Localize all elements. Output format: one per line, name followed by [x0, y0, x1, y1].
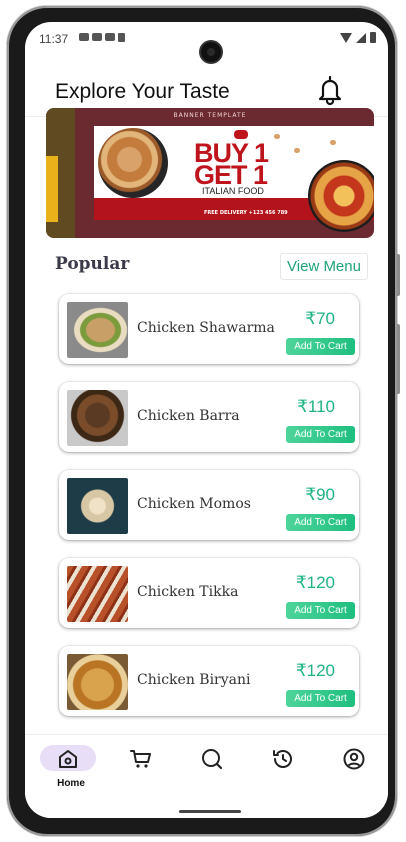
front-camera	[201, 42, 221, 62]
item-price: ₹120	[295, 573, 335, 592]
banner-card: BUY 1 GET 1 ITALIAN FOOD FREE DELIVERY +…	[94, 126, 374, 232]
item-name: Chicken Tikka	[137, 584, 239, 600]
mushroom-decoration	[294, 148, 300, 153]
item-price: ₹120	[295, 661, 335, 680]
youtube-notification-icon	[92, 33, 102, 41]
nav-home[interactable]: Home	[40, 745, 96, 791]
popular-list: Chicken Shawarma ₹70 Add To Cart Chicken…	[59, 294, 361, 734]
nav-history[interactable]	[258, 745, 308, 791]
add-to-cart-button[interactable]: Add To Cart	[286, 602, 355, 619]
view-menu-button[interactable]: View Menu	[280, 253, 368, 280]
status-time: 11:37	[39, 32, 69, 46]
mushroom-decoration	[330, 140, 336, 145]
wifi-icon	[340, 32, 352, 43]
notification-icons	[79, 33, 125, 42]
pizza-image	[308, 160, 374, 232]
history-icon	[273, 750, 292, 768]
volume-button	[397, 254, 400, 296]
profile-icon	[343, 748, 365, 770]
signal-icon	[356, 32, 366, 43]
battery-icon	[370, 32, 376, 43]
food-thumbnail	[67, 302, 128, 358]
home-icon	[59, 750, 77, 768]
item-price: ₹70	[305, 309, 335, 328]
add-to-cart-button[interactable]: Add To Cart	[286, 426, 355, 443]
item-name: Chicken Momos	[137, 496, 251, 512]
bell-icon[interactable]	[315, 74, 345, 106]
food-thumbnail	[67, 478, 128, 534]
food-thumbnail	[67, 390, 128, 446]
mushroom-decoration	[274, 134, 280, 139]
nav-profile[interactable]	[329, 745, 379, 791]
banner-accent-bar	[46, 156, 58, 222]
banner-delivery: FREE DELIVERY +123 456 789	[204, 210, 288, 216]
item-name: Chicken Barra	[137, 408, 240, 424]
add-to-cart-button[interactable]: Add To Cart	[286, 338, 355, 355]
nav-home-label: Home	[57, 778, 85, 789]
device-frame: 11:37 Explore Your Taste BANNER TEMPLATE…	[7, 6, 400, 836]
app-screen: 11:37 Explore Your Taste BANNER TEMPLATE…	[25, 22, 388, 818]
page-title: Explore Your Taste	[55, 80, 230, 103]
list-item[interactable]: Chicken Biryani ₹120 Add To Cart	[59, 646, 359, 716]
cart-icon	[130, 750, 151, 768]
food-thumbnail	[67, 566, 128, 622]
list-item[interactable]: Chicken Tikka ₹120 Add To Cart	[59, 558, 359, 628]
add-to-cart-button[interactable]: Add To Cart	[286, 514, 355, 531]
youtube-notification-icon	[79, 33, 89, 41]
banner-template-text: BANNER TEMPLATE	[173, 112, 247, 119]
nav-cart[interactable]	[116, 745, 166, 791]
banner-subtitle: ITALIAN FOOD	[202, 186, 264, 196]
pasta-plate-image	[98, 128, 168, 198]
banner-headline: BUY 1 GET 1	[194, 140, 269, 190]
section-title-popular: Popular	[55, 254, 130, 274]
list-item[interactable]: Chicken Shawarma ₹70 Add To Cart	[59, 294, 359, 364]
item-price: ₹110	[297, 397, 335, 416]
youtube-notification-icon	[105, 33, 115, 41]
system-indicators	[340, 32, 376, 43]
power-button	[397, 324, 400, 394]
sd-card-icon	[118, 33, 125, 42]
item-price: ₹90	[305, 485, 335, 504]
item-name: Chicken Biryani	[137, 672, 251, 688]
list-item[interactable]: Chicken Barra ₹110 Add To Cart	[59, 382, 359, 452]
list-item[interactable]: Chicken Momos ₹90 Add To Cart	[59, 470, 359, 540]
bottom-navigation: Home	[25, 734, 388, 818]
search-icon	[202, 749, 223, 770]
item-name: Chicken Shawarma	[137, 320, 275, 336]
nav-search[interactable]	[187, 745, 237, 791]
banner-headline-line2: GET 1	[194, 160, 268, 190]
home-gesture-bar[interactable]	[179, 810, 241, 813]
add-to-cart-button[interactable]: Add To Cart	[286, 690, 355, 707]
food-thumbnail	[67, 654, 128, 710]
promo-banner[interactable]: BANNER TEMPLATE BUY 1 GET 1 ITALIAN FOOD…	[46, 108, 374, 238]
